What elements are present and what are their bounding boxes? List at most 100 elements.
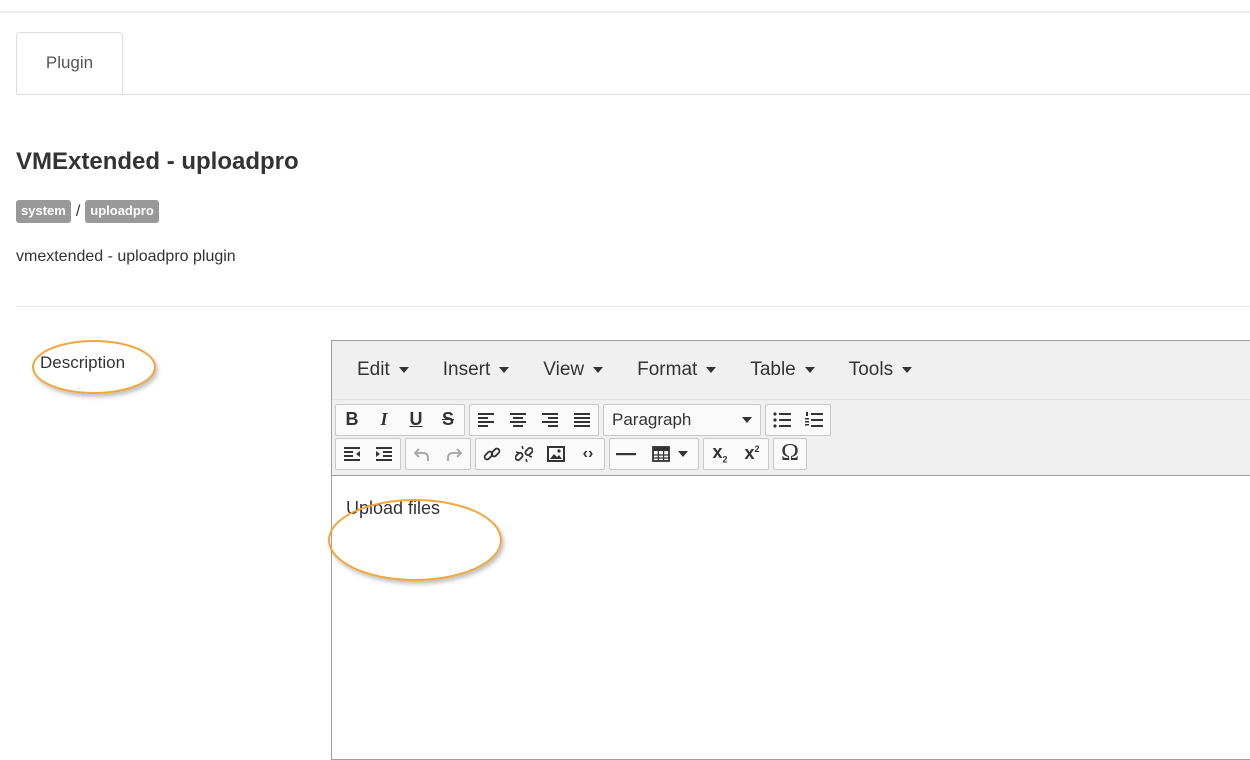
unlink-icon [515, 445, 533, 462]
bold-icon: B [345, 409, 359, 429]
caret-down-icon [499, 367, 510, 373]
superscript-button[interactable]: x2 [736, 439, 768, 469]
bullet-list-icon [773, 411, 791, 428]
caret-down-icon [593, 367, 604, 373]
link-icon [483, 447, 501, 460]
outdent-button[interactable] [336, 439, 368, 469]
bullet-list-button[interactable] [766, 405, 798, 435]
format-select-group: Paragraph [603, 403, 761, 436]
alignment-group [469, 403, 599, 436]
description-label: Description [40, 353, 126, 372]
align-left-icon [478, 412, 494, 427]
table-icon [652, 445, 670, 462]
editor-toolbar: B I U S Paragraph ‹› x2 x2 Ω [332, 400, 1250, 476]
caret-down-icon [742, 416, 752, 423]
align-left-button[interactable] [470, 405, 502, 435]
special-character-icon: Ω [781, 440, 799, 466]
caret-down-icon [398, 367, 409, 373]
undo-button[interactable] [406, 439, 438, 469]
charmap-group: Ω [773, 437, 807, 470]
numbered-list-icon [805, 411, 823, 427]
menu-view[interactable]: View [526, 359, 620, 381]
indent-icon [376, 446, 392, 461]
outdent-icon [344, 446, 360, 461]
indent-group [335, 437, 401, 470]
caret-down-icon [902, 367, 913, 373]
align-justify-button[interactable] [566, 405, 598, 435]
superscript-x: x [744, 443, 755, 463]
badge-group: system [16, 200, 71, 223]
unlink-button[interactable] [508, 439, 540, 469]
editor-content-area[interactable]: Upload files [332, 476, 1250, 541]
menu-label: View [543, 359, 585, 380]
menu-table[interactable]: Table [733, 359, 831, 381]
italic-button[interactable]: I [368, 405, 400, 435]
code-icon: ‹› [582, 444, 594, 462]
menu-tools[interactable]: Tools [832, 359, 929, 381]
block-group [609, 437, 699, 470]
tab-plugin[interactable]: Plugin [16, 32, 123, 94]
history-group [405, 437, 471, 470]
rich-text-editor: Edit Insert View Format Table Tools B I … [331, 340, 1250, 760]
page-title: VMExtended - uploadpro [16, 148, 299, 175]
subscript-icon: x2 [712, 442, 727, 465]
redo-icon [447, 447, 462, 461]
align-center-button[interactable] [502, 405, 534, 435]
table-button[interactable] [642, 439, 698, 469]
caret-down-icon [706, 367, 717, 373]
subscript-x: x [712, 442, 723, 463]
menu-label: Table [750, 359, 796, 380]
badge-element: uploadpro [85, 200, 159, 223]
format-select[interactable]: Paragraph [604, 405, 760, 435]
list-group [765, 403, 831, 436]
caret-down-icon [804, 367, 815, 373]
superscript-icon: x2 [744, 443, 759, 464]
underline-icon: U [409, 409, 423, 429]
menu-label: Tools [848, 359, 894, 380]
menu-label: Edit [357, 359, 390, 380]
bold-button[interactable]: B [336, 405, 368, 435]
menu-label: Insert [442, 359, 491, 380]
special-character-button[interactable]: Ω [774, 439, 806, 469]
italic-icon: I [380, 409, 388, 429]
align-right-button[interactable] [534, 405, 566, 435]
strikethrough-button[interactable]: S [432, 405, 464, 435]
plugin-description: vmextended - uploadpro plugin [16, 248, 236, 265]
redo-button[interactable] [438, 439, 470, 469]
image-button[interactable] [540, 439, 572, 469]
link-button[interactable] [476, 439, 508, 469]
horizontal-rule-button[interactable] [610, 439, 642, 469]
undo-icon [414, 447, 429, 461]
underline-button[interactable]: U [400, 405, 432, 435]
indent-button[interactable] [368, 439, 400, 469]
subscript-button[interactable]: x2 [704, 439, 736, 469]
section-divider [16, 306, 1250, 307]
menu-format[interactable]: Format [620, 359, 733, 381]
align-center-icon [510, 412, 526, 427]
align-justify-icon [574, 412, 590, 427]
plugin-badges: system / uploadpro [16, 199, 159, 224]
align-right-icon [542, 412, 558, 427]
code-button[interactable]: ‹› [572, 439, 604, 469]
subscript-2: 2 [722, 454, 728, 465]
toolbar-row-2: ‹› x2 x2 Ω [335, 437, 1250, 470]
insert-group: ‹› [475, 437, 605, 470]
menu-insert[interactable]: Insert [426, 359, 527, 381]
editor-paragraph[interactable]: Upload files [346, 498, 1246, 519]
strikethrough-icon: S [441, 409, 454, 429]
editor-menubar: Edit Insert View Format Table Tools [332, 341, 1250, 400]
numbered-list-button[interactable] [798, 405, 830, 435]
menu-label: Format [637, 359, 698, 380]
tab-bar: Plugin [16, 32, 1250, 95]
badge-separator: / [75, 202, 81, 220]
toolbar-row-1: B I U S Paragraph [335, 403, 1250, 436]
image-icon [547, 445, 565, 462]
caret-down-icon [678, 450, 688, 457]
text-style-group: B I U S [335, 403, 465, 436]
script-group: x2 x2 [703, 437, 769, 470]
horizontal-rule-icon [616, 452, 636, 455]
menu-edit[interactable]: Edit [340, 359, 426, 381]
superscript-2: 2 [754, 444, 760, 454]
format-select-value: Paragraph [612, 409, 692, 429]
top-divider [0, 11, 1250, 13]
